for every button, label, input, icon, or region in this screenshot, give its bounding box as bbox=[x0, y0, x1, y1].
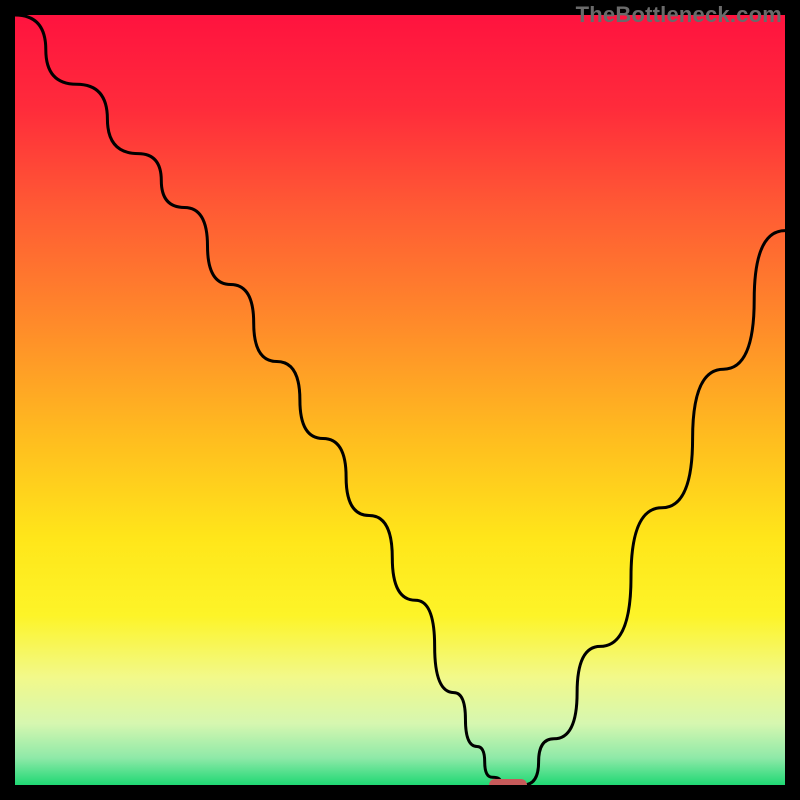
optimal-marker bbox=[489, 779, 528, 785]
watermark-text: TheBottleneck.com bbox=[576, 2, 782, 28]
bottleneck-curve bbox=[15, 15, 785, 785]
plot-area bbox=[15, 15, 785, 785]
chart-frame: TheBottleneck.com bbox=[0, 0, 800, 800]
